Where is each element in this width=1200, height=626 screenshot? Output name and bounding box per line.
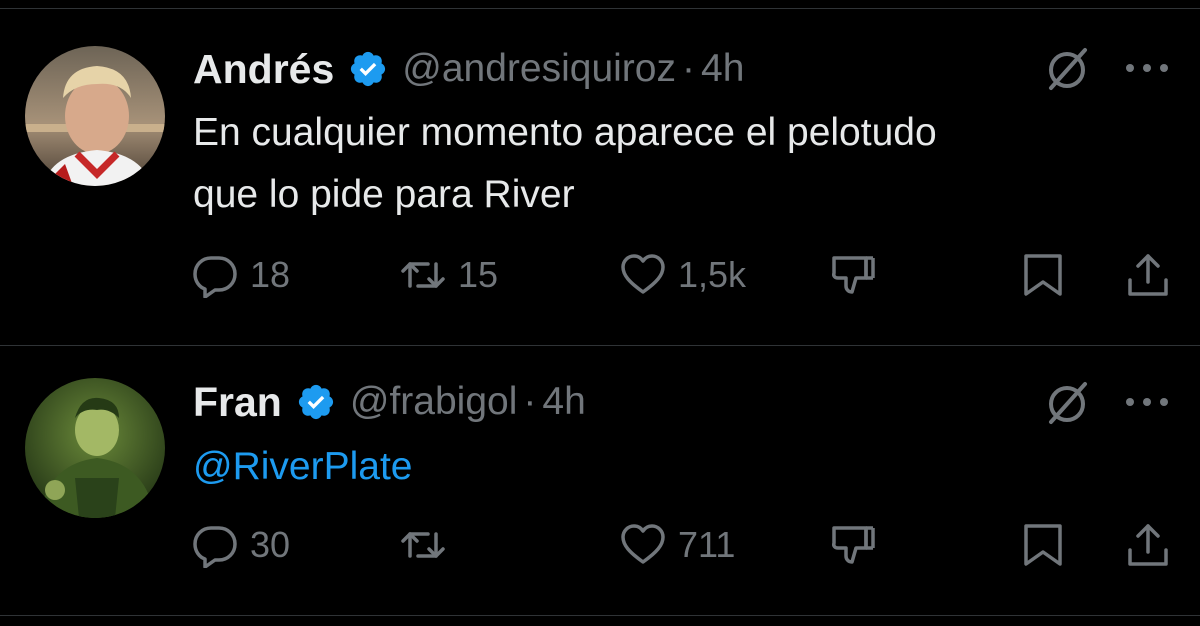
tweet-andres[interactable]: Andrés @andresiquiroz · 4h En cualquier …: [0, 0, 1200, 345]
share-button[interactable]: [1125, 522, 1171, 568]
share-button[interactable]: [1125, 252, 1171, 298]
tweet-actions: 18 15 1,5k: [0, 245, 1200, 305]
share-icon: [1128, 524, 1168, 566]
bookmark-icon: [1024, 524, 1062, 566]
grok-icon[interactable]: [1043, 44, 1091, 92]
more-icon[interactable]: [1124, 392, 1170, 412]
like-count: 1,5k: [678, 254, 747, 295]
avatar[interactable]: [25, 46, 165, 186]
user-name[interactable]: Fran: [193, 379, 282, 426]
reply-count: 30: [250, 524, 291, 565]
retweet-icon: [401, 262, 445, 288]
user-name[interactable]: Andrés: [193, 46, 334, 93]
tweet-text: En cualquier momento aparece el pelotudo…: [193, 102, 1173, 226]
timestamp[interactable]: 4h: [542, 380, 585, 424]
verified-badge-icon: [298, 384, 333, 420]
reply-icon: [193, 526, 237, 568]
like-count: 711: [678, 524, 736, 565]
tweet-fran[interactable]: Fran @frabigol · 4h @RiverPlate 30 711: [0, 345, 1200, 615]
reply-button[interactable]: 18: [192, 252, 290, 298]
tweet-actions: 30 711: [0, 515, 1200, 575]
reply-button[interactable]: 30: [192, 522, 290, 568]
like-icon: [621, 524, 665, 564]
tweet-text-line: En cualquier momento aparece el pelotudo: [193, 111, 937, 154]
dislike-icon: [832, 526, 875, 564]
bottom-divider: [0, 615, 1200, 616]
bookmark-icon: [1024, 254, 1062, 296]
tweet-text-line: que lo pide para River: [193, 173, 575, 216]
more-icon[interactable]: [1124, 58, 1170, 78]
retweet-count: 15: [458, 254, 499, 295]
bookmark-button[interactable]: [1020, 252, 1066, 298]
separator-dot: ·: [523, 380, 537, 423]
tweet-text: @RiverPlate: [193, 436, 1173, 498]
dislike-icon: [832, 256, 875, 294]
retweet-button[interactable]: [400, 522, 458, 568]
share-icon: [1128, 254, 1168, 296]
retweet-icon: [401, 532, 445, 558]
separator-dot: ·: [682, 47, 695, 90]
timestamp[interactable]: 4h: [701, 47, 744, 91]
bookmark-button[interactable]: [1020, 522, 1066, 568]
tweet-header: Andrés @andresiquiroz · 4h: [193, 44, 744, 94]
reply-icon: [193, 256, 237, 298]
avatar[interactable]: [25, 378, 165, 518]
tweet-header: Fran @frabigol · 4h: [193, 377, 586, 427]
dislike-button[interactable]: [830, 522, 876, 568]
mention-link[interactable]: @RiverPlate: [193, 436, 1173, 498]
user-handle[interactable]: @frabigol: [350, 380, 518, 424]
grok-icon[interactable]: [1043, 378, 1091, 426]
retweet-button[interactable]: 15: [400, 252, 498, 298]
user-handle[interactable]: @andresiquiroz: [402, 47, 676, 91]
reply-count: 18: [250, 254, 291, 295]
dislike-button[interactable]: [830, 252, 876, 298]
like-icon: [621, 254, 665, 294]
verified-badge-icon: [351, 51, 386, 87]
like-button[interactable]: 711: [620, 522, 735, 568]
like-button[interactable]: 1,5k: [620, 252, 746, 298]
